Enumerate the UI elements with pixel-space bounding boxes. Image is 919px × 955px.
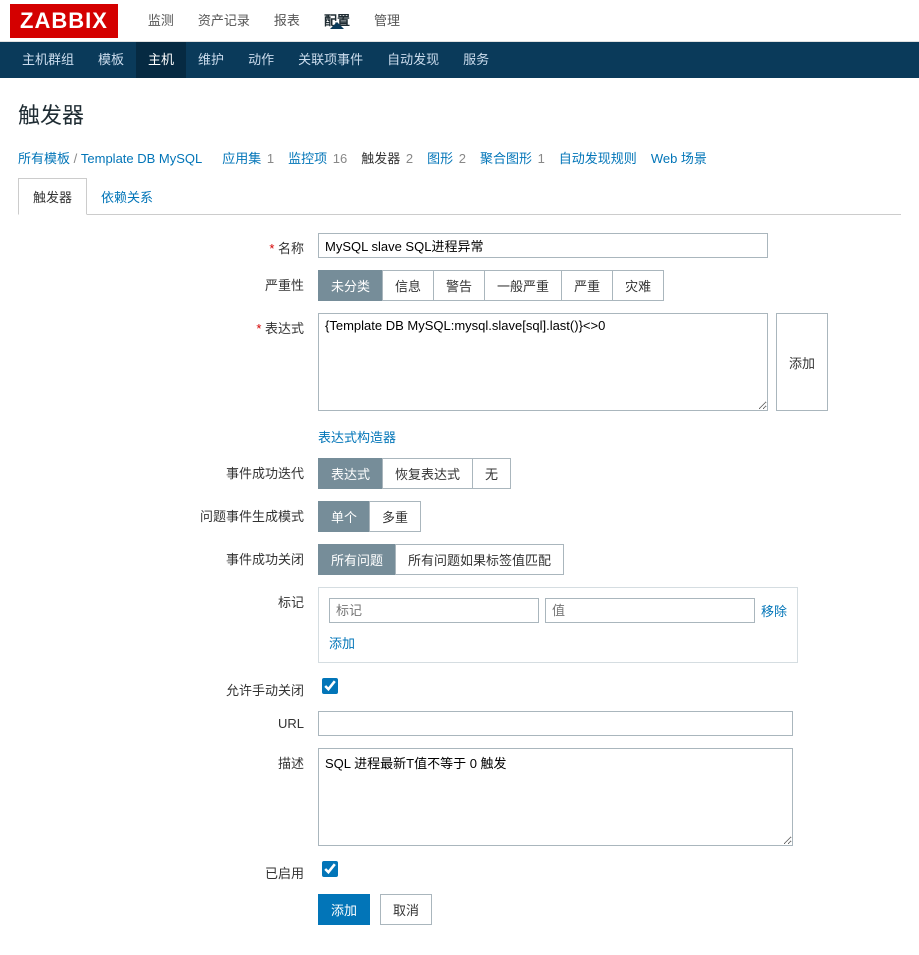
subnav-item[interactable]: 主机群组 [10,42,86,78]
label-problem-evt-gen: 问题事件生成模式 [18,501,318,525]
ok-evt-close-group: 所有问题所有问题如果标签值匹配 [318,544,564,575]
page-title: 触发器 [18,98,901,130]
event-ok-gen-group: 表达式恢复表达式无 [318,458,511,489]
label-severity: 严重性 [18,270,318,294]
expression-builder-link[interactable]: 表达式构造器 [318,427,396,446]
ok-evt-close-option[interactable]: 所有问题 [318,544,396,575]
label-enabled: 已启用 [18,858,318,882]
subnav-item[interactable]: 自动发现 [375,42,451,78]
severity-option[interactable]: 警告 [433,270,485,301]
label-description: 描述 [18,748,318,772]
event-ok-gen-option[interactable]: 无 [472,458,511,489]
label-ok-evt-close: 事件成功关闭 [18,544,318,568]
tags-box: 移除 添加 [318,587,798,663]
logo[interactable]: ZABBIX [10,4,118,38]
topnav-item[interactable]: 管理 [362,13,412,28]
sub-nav: 主机群组模板主机维护动作关联项事件自动发现服务 [0,42,919,78]
severity-option[interactable]: 一般严重 [484,270,562,301]
severity-option[interactable]: 未分类 [318,270,383,301]
label-name: 名称 [18,233,318,257]
subnav-item[interactable]: 动作 [236,42,286,78]
breadcrumb-tab[interactable]: 应用集 [222,151,261,166]
tag-name-input[interactable] [329,598,539,623]
ok-evt-close-option[interactable]: 所有问题如果标签值匹配 [395,544,564,575]
breadcrumb: 所有模板 / Template DB MySQL 应用集 1监控项 16触发器 … [18,148,901,167]
cancel-button[interactable]: 取消 [380,894,432,925]
tag-add-link[interactable]: 添加 [329,636,355,651]
label-event-ok-gen: 事件成功迭代 [18,458,318,482]
label-tags: 标记 [18,587,318,611]
breadcrumb-tab-count: 2 [402,151,413,166]
event-ok-gen-option[interactable]: 恢复表达式 [382,458,473,489]
topnav-item[interactable]: 配置 [312,13,362,28]
tag-remove-link[interactable]: 移除 [761,601,787,620]
problem-evt-gen-option[interactable]: 单个 [318,501,370,532]
breadcrumb-template[interactable]: Template DB MySQL [81,151,202,166]
breadcrumb-tab[interactable]: 触发器 [361,151,400,166]
breadcrumb-tab-count: 1 [263,151,274,166]
subnav-item[interactable]: 关联项事件 [286,42,375,78]
problem-evt-gen-option[interactable]: 多重 [369,501,421,532]
severity-option[interactable]: 信息 [382,270,434,301]
expression-add-button[interactable]: 添加 [776,313,828,411]
topnav-item[interactable]: 资产记录 [186,13,262,28]
subnav-item[interactable]: 服务 [451,42,501,78]
form-tab[interactable]: 依赖关系 [87,179,167,214]
form-tabs: 触发器依赖关系 [18,177,901,215]
label-allow-manual: 允许手动关闭 [18,675,318,699]
breadcrumb-tab[interactable]: Web 场景 [651,151,707,166]
breadcrumb-tab[interactable]: 自动发现规则 [559,151,637,166]
label-url: URL [18,711,318,731]
submit-add-button[interactable]: 添加 [318,894,370,925]
severity-option[interactable]: 严重 [561,270,613,301]
breadcrumb-tab-count: 2 [455,151,466,166]
breadcrumb-tab[interactable]: 监控项 [288,151,327,166]
problem-evt-gen-group: 单个多重 [318,501,421,532]
top-nav: ZABBIX 监测资产记录报表配置管理 [0,0,919,42]
severity-group: 未分类信息警告一般严重严重灾难 [318,270,664,301]
breadcrumb-tab[interactable]: 聚合图形 [480,151,532,166]
tag-value-input[interactable] [545,598,755,623]
topnav-item[interactable]: 监测 [136,13,186,28]
allow-manual-checkbox[interactable] [322,678,338,694]
url-input[interactable] [318,711,793,736]
breadcrumb-root[interactable]: 所有模板 [18,151,70,166]
subnav-item[interactable]: 模板 [86,42,136,78]
description-textarea[interactable]: SQL 进程最新T值不等于 0 触发 [318,748,793,846]
breadcrumb-tab-count: 1 [534,151,545,166]
topnav-item[interactable]: 报表 [262,13,312,28]
name-input[interactable] [318,233,768,258]
severity-option[interactable]: 灾难 [612,270,664,301]
subnav-item[interactable]: 主机 [136,42,186,78]
event-ok-gen-option[interactable]: 表达式 [318,458,383,489]
enabled-checkbox[interactable] [322,861,338,877]
label-expression: 表达式 [18,313,318,337]
breadcrumb-tab-count: 16 [329,151,347,166]
form-tab[interactable]: 触发器 [18,178,87,215]
expression-textarea[interactable]: {Template DB MySQL:mysql.slave[sql].last… [318,313,768,411]
subnav-item[interactable]: 维护 [186,42,236,78]
breadcrumb-tab[interactable]: 图形 [427,151,453,166]
